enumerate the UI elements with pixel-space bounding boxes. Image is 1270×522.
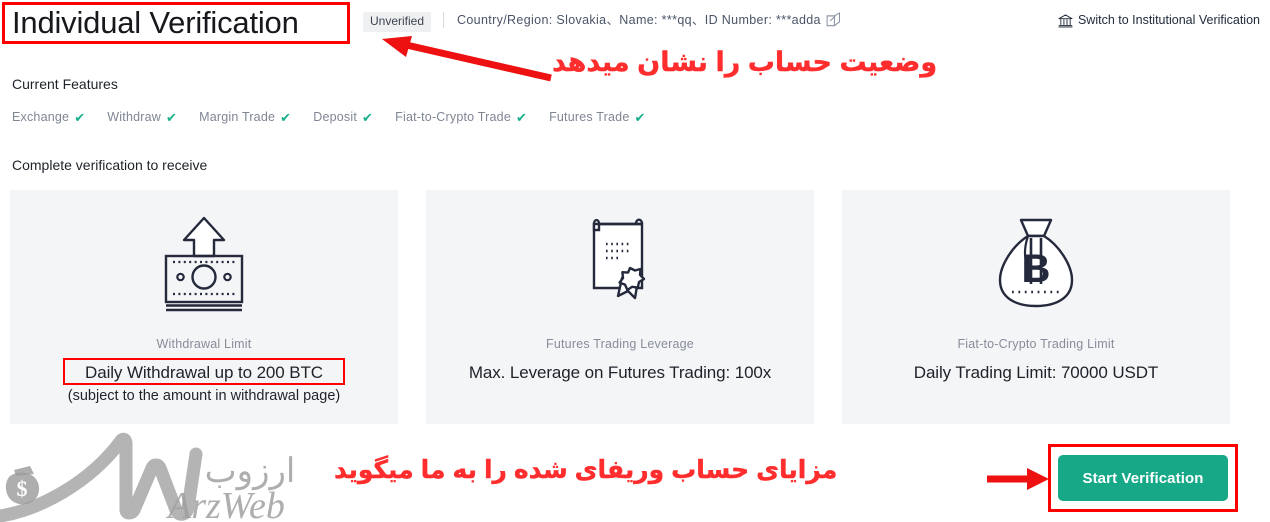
- svg-text:ArzWeb: ArzWeb: [165, 485, 285, 522]
- benefit-card-futures-leverage: Futures Trading Leverage Max. Leverage o…: [426, 190, 814, 424]
- check-icon: ✔: [280, 109, 292, 125]
- feature-label: Futures Trade: [549, 110, 630, 124]
- start-verification-button[interactable]: Start Verification: [1058, 455, 1228, 501]
- bank-institution-icon: [1058, 13, 1073, 28]
- header-divider: [443, 12, 444, 28]
- feature-item-deposit: Deposit ✔: [313, 109, 373, 125]
- card-value: Max. Leverage on Futures Trading: 100x: [468, 363, 772, 382]
- current-features-list: Exchange ✔ Withdraw ✔ Margin Trade ✔ Dep…: [12, 109, 668, 125]
- feature-item-futures-trade: Futures Trade ✔: [549, 109, 646, 125]
- complete-verification-heading: Complete verification to receive: [12, 157, 208, 173]
- feature-item-withdraw: Withdraw ✔: [107, 109, 177, 125]
- feature-item-fiat-to-crypto-trade: Fiat-to-Crypto Trade ✔: [395, 109, 527, 125]
- edit-square-icon[interactable]: [826, 12, 841, 27]
- money-bag-bitcoin-icon: B: [988, 212, 1084, 316]
- feature-item-exchange: Exchange ✔: [12, 109, 85, 125]
- benefit-cards: Withdrawal Limit Daily Withdrawal up to …: [10, 190, 1230, 424]
- card-label: Fiat-to-Crypto Trading Limit: [957, 337, 1115, 351]
- svg-text:ارزوب: ارزوب: [205, 453, 296, 491]
- feature-item-margin-trade: Margin Trade ✔: [199, 109, 291, 125]
- feature-label: Withdraw: [107, 110, 161, 124]
- svg-text:$: $: [17, 476, 28, 501]
- card-note: (subject to the amount in withdrawal pag…: [67, 388, 341, 404]
- switch-to-institutional-link[interactable]: Switch to Institutional Verification: [1058, 13, 1260, 28]
- benefit-card-withdrawal-limit: Withdrawal Limit Daily Withdrawal up to …: [10, 190, 398, 424]
- check-icon: ✔: [362, 109, 374, 125]
- check-icon: ✔: [74, 109, 86, 125]
- current-features-heading: Current Features: [12, 76, 118, 92]
- arzweb-watermark: $ ارزوب ArzWeb: [0, 432, 296, 522]
- banknote-upload-icon: [156, 212, 252, 316]
- check-icon: ✔: [634, 109, 646, 125]
- feature-label: Fiat-to-Crypto Trade: [395, 110, 511, 124]
- certificate-award-icon: [572, 212, 668, 316]
- page-title: Individual Verification: [12, 5, 299, 40]
- feature-label: Exchange: [12, 110, 70, 124]
- card-label: Futures Trading Leverage: [546, 337, 694, 351]
- card-value: Daily Withdrawal up to 200 BTC: [85, 363, 323, 382]
- switch-link-label: Switch to Institutional Verification: [1077, 13, 1260, 27]
- check-icon: ✔: [515, 109, 528, 125]
- annotation-verified-benefits: مزایای حساب وریفای شده را به ما میگوید: [334, 456, 838, 484]
- feature-label: Deposit: [313, 110, 358, 124]
- benefit-card-fiat-to-crypto-limit: B Fiat-to-Crypto Trading Limit Daily Tra…: [842, 190, 1230, 424]
- feature-label: Margin Trade: [199, 110, 276, 124]
- arrow-to-start-button: [987, 468, 1049, 490]
- check-icon: ✔: [166, 109, 178, 125]
- card-label: Withdrawal Limit: [156, 337, 252, 351]
- status-badge: Unverified: [363, 12, 432, 32]
- account-info: Country/Region: Slovakia、Name: ***qq、ID …: [457, 13, 821, 27]
- annotation-account-status: وضعیت حساب را نشان میدهد: [552, 47, 938, 77]
- svg-text:B: B: [1022, 247, 1051, 291]
- page-header: Individual Verification Unverified Count…: [0, 0, 1270, 48]
- card-value: Daily Trading Limit: 70000 USDT: [913, 363, 1159, 382]
